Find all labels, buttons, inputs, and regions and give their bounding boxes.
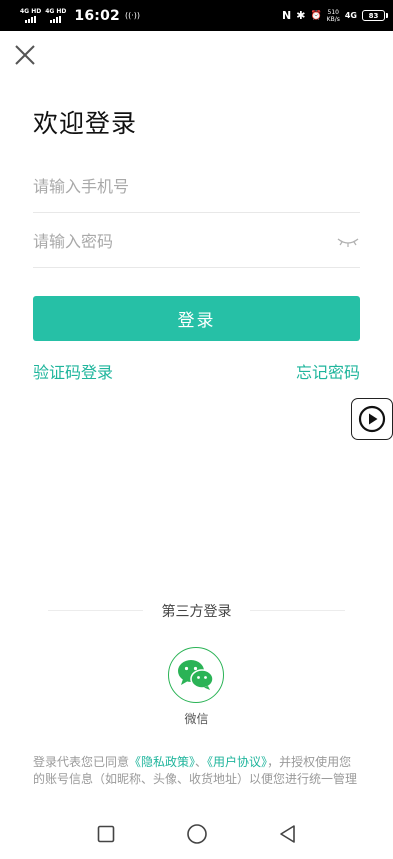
signal-2-icon: 4G HD: [45, 8, 66, 23]
signal-1-icon: 4G HD: [20, 8, 41, 23]
play-circle-icon: [358, 405, 386, 433]
back-triangle-icon[interactable]: [273, 819, 303, 849]
wechat-label: 微信: [184, 712, 209, 726]
phone-input[interactable]: [33, 161, 360, 212]
recents-square-icon[interactable]: [91, 819, 121, 849]
login-button[interactable]: 登录: [33, 296, 360, 341]
nfc-icon: N: [282, 9, 292, 22]
user-agreement-link[interactable]: 《用户协议》: [207, 755, 267, 769]
wechat-login-button[interactable]: [168, 647, 224, 703]
net-type-icon: 4G: [344, 11, 357, 20]
floating-play-button[interactable]: [351, 398, 393, 440]
sms-login-link[interactable]: 验证码登录: [33, 359, 113, 383]
password-field-row: [33, 216, 360, 268]
hotspot-icon: ((·)): [124, 11, 141, 20]
network-speed: 510 KB/s: [326, 8, 340, 23]
phone-field-row: [33, 161, 360, 213]
alarm-icon: ⏰: [310, 10, 322, 21]
bluetooth-icon: ✱: [296, 9, 306, 22]
battery-icon: 83: [362, 10, 388, 21]
eye-closed-icon[interactable]: [336, 234, 360, 250]
status-time: 16:02: [74, 7, 120, 24]
system-nav-bar: [0, 809, 393, 859]
agreement-text: 登录代表您已同意《隐私政策》、《用户协议》，并授权使用您的账号信息（如昵称、头像…: [33, 755, 358, 786]
third-party-title: 第三方登录: [161, 604, 232, 620]
password-input[interactable]: [33, 216, 336, 267]
wechat-icon: [178, 660, 214, 690]
status-bar: 4G HD 4G HD 16:02 ((·)) N ✱ ⏰ 510 KB/s 4…: [0, 0, 393, 31]
privacy-policy-link[interactable]: 《隐私政策》: [129, 755, 195, 769]
forgot-password-link[interactable]: 忘记密码: [296, 359, 360, 383]
login-screen: 4G HD 4G HD 16:02 ((·)) N ✱ ⏰ 510 KB/s 4…: [0, 0, 393, 859]
page-title: 欢迎登录: [33, 109, 138, 138]
close-icon[interactable]: [12, 42, 38, 68]
home-circle-icon[interactable]: [182, 819, 212, 849]
